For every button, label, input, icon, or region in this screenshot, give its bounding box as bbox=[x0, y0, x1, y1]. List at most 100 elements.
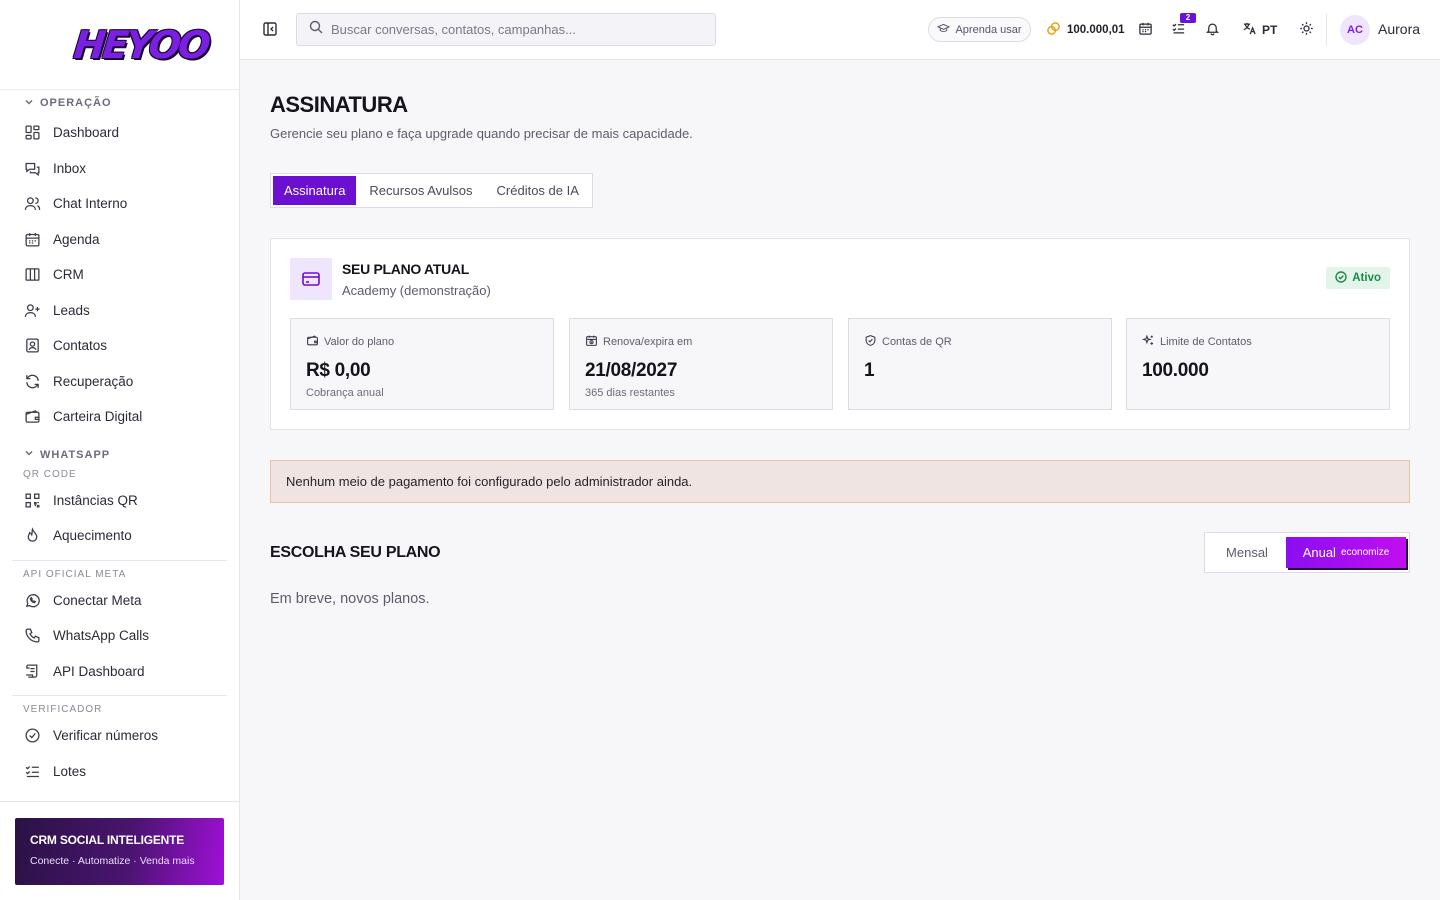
bell-icon[interactable] bbox=[1205, 21, 1222, 38]
sidebar-item-api-dashboard[interactable]: API Dashboard bbox=[0, 654, 239, 690]
sidebar-item-label: Carteira Digital bbox=[53, 409, 143, 425]
page-subtitle: Gerencie seu plano e faça upgrade quando… bbox=[270, 126, 693, 141]
sidebar-item-carteira-digital[interactable]: Carteira Digital bbox=[0, 399, 239, 435]
stat-label-text: Limite de Contatos bbox=[1160, 336, 1252, 348]
sidebar-item-label: CRM bbox=[53, 267, 84, 283]
sidebar-item-label: Chat Interno bbox=[53, 196, 128, 212]
credit-card-icon bbox=[290, 258, 332, 300]
divider bbox=[12, 559, 227, 561]
credits-balance[interactable]: 100.000,01 bbox=[1046, 21, 1125, 39]
sidebar-item-whatsapp-calls[interactable]: WhatsApp Calls bbox=[0, 618, 239, 654]
chevron-down-icon bbox=[24, 97, 34, 110]
promo-banner[interactable]: CRM SOCIAL INTELIGENTE Conecte · Automat… bbox=[15, 818, 224, 885]
sidebar-item-verificar-numeros[interactable]: Verificar números bbox=[0, 718, 239, 754]
contact-icon bbox=[23, 337, 41, 355]
sidebar-item-label: API Dashboard bbox=[53, 663, 145, 679]
stat-label-text: Renova/expira em bbox=[603, 336, 693, 348]
stat-label: Contas de QR bbox=[864, 334, 1096, 350]
section-qr-code-label: QR CODE bbox=[23, 468, 77, 480]
calendar-clock-icon bbox=[585, 334, 598, 350]
language-switcher[interactable]: PT bbox=[1242, 21, 1277, 39]
sidebar-item-dashboard[interactable]: Dashboard bbox=[0, 115, 239, 151]
sun-icon[interactable] bbox=[1299, 21, 1316, 38]
sidebar-item-label: Leads bbox=[53, 302, 90, 318]
main-content: ASSINATURA Gerencie seu plano e faça upg… bbox=[240, 60, 1440, 900]
search-bar[interactable] bbox=[296, 13, 716, 46]
sidebar-toggle-icon[interactable] bbox=[262, 21, 278, 37]
columns-icon bbox=[23, 266, 41, 284]
sidebar-item-label: Inbox bbox=[53, 160, 87, 176]
credits-value: 100.000,01 bbox=[1067, 24, 1125, 36]
app-logo[interactable]: HEYOO bbox=[72, 23, 210, 67]
translate-icon bbox=[1242, 21, 1257, 39]
section-api-meta-label: API OFICIAL META bbox=[23, 568, 127, 580]
choose-plan-title: ESCOLHA SEU PLANO bbox=[270, 544, 441, 561]
refresh-icon bbox=[23, 372, 41, 390]
sidebar-item-label: Recuperação bbox=[53, 373, 134, 389]
sidebar-item-aquecimento[interactable]: Aquecimento bbox=[0, 518, 239, 554]
sidebar-item-label: Conectar Meta bbox=[53, 592, 142, 608]
stat-contas-qr: Contas de QR 1 bbox=[848, 318, 1112, 410]
stat-value: R$ 0,00 bbox=[306, 360, 371, 381]
section-whatsapp[interactable]: WHATSAPP bbox=[0, 443, 239, 467]
calendar-icon[interactable] bbox=[1138, 21, 1155, 38]
sidebar-item-chat-interno[interactable]: Chat Interno bbox=[0, 186, 239, 222]
check-circle-icon bbox=[23, 727, 41, 745]
inbox-icon bbox=[23, 159, 41, 177]
tasks-count-badge: 2 bbox=[1180, 13, 1196, 23]
sidebar-nav: OPERAÇÃO Dashboard Inbox Chat Interno Ag… bbox=[0, 90, 239, 802]
plan-name: Academy (demonstração) bbox=[342, 283, 491, 298]
sidebar-item-agenda[interactable]: Agenda bbox=[0, 222, 239, 258]
payment-alert: Nenhum meio de pagamento foi configurado… bbox=[270, 460, 1410, 503]
shield-check-icon bbox=[864, 334, 877, 350]
divider bbox=[12, 695, 227, 696]
sidebar-item-label: Dashboard bbox=[53, 125, 120, 141]
tab-creditos-ia[interactable]: Créditos de IA bbox=[486, 176, 590, 205]
sidebar-item-lotes[interactable]: Lotes bbox=[0, 754, 239, 790]
sidebar-item-contatos[interactable]: Contatos bbox=[0, 328, 239, 364]
stat-value: 21/08/2027 bbox=[585, 360, 678, 381]
list-check-icon bbox=[23, 762, 41, 780]
wallet-icon bbox=[23, 408, 41, 426]
section-operacao[interactable]: OPERAÇÃO bbox=[0, 91, 239, 115]
promo-title: CRM SOCIAL INTELIGENTE bbox=[30, 833, 185, 847]
tab-recursos-avulsos[interactable]: Recursos Avulsos bbox=[358, 176, 483, 205]
learn-label: Aprenda usar bbox=[955, 23, 1022, 36]
sidebar-item-inbox[interactable]: Inbox bbox=[0, 151, 239, 187]
dashboard-icon bbox=[23, 124, 41, 142]
plan-label: SEU PLANO ATUAL bbox=[342, 261, 469, 277]
search-input[interactable] bbox=[331, 22, 691, 37]
sidebar-item-label: WhatsApp Calls bbox=[53, 628, 150, 644]
learn-button[interactable]: Aprenda usar bbox=[928, 17, 1031, 42]
plans-empty-state: Em breve, novos planos. bbox=[270, 591, 430, 607]
sidebar-item-crm[interactable]: CRM bbox=[0, 257, 239, 293]
stat-label-text: Contas de QR bbox=[882, 336, 952, 348]
phone-icon bbox=[23, 627, 41, 645]
stat-limite-contatos: Limite de Contatos 100.000 bbox=[1126, 318, 1390, 410]
current-plan-card: SEU PLANO ATUAL Academy (demonstração) A… bbox=[270, 238, 1410, 430]
calendar-icon bbox=[23, 230, 41, 248]
sidebar-item-leads[interactable]: Leads bbox=[0, 293, 239, 329]
sidebar-item-label: Agenda bbox=[53, 231, 100, 247]
stat-label: Renova/expira em bbox=[585, 334, 817, 350]
stat-label: Limite de Contatos bbox=[1141, 334, 1374, 350]
sidebar-item-conectar-meta[interactable]: Conectar Meta bbox=[0, 583, 239, 619]
tab-assinatura[interactable]: Assinatura bbox=[273, 176, 357, 205]
status-badge: Ativo bbox=[1326, 267, 1390, 289]
billing-monthly-option[interactable]: Mensal bbox=[1208, 537, 1286, 568]
avatar[interactable]: AC bbox=[1340, 15, 1370, 45]
users-icon bbox=[23, 195, 41, 213]
sidebar-item-recuperacao[interactable]: Recuperação bbox=[0, 364, 239, 400]
user-plus-icon bbox=[23, 301, 41, 319]
sidebar-item-instancias-qr[interactable]: Instâncias QR bbox=[0, 483, 239, 519]
section-verificador-label: VERIFICADOR bbox=[23, 704, 103, 715]
billing-annual-option[interactable]: Anual economize bbox=[1286, 537, 1406, 568]
wallet-icon bbox=[306, 334, 319, 350]
sidebar-item-label: Lotes bbox=[53, 763, 87, 779]
sidebar-item-label: Contatos bbox=[53, 338, 108, 354]
tasks-icon[interactable] bbox=[1171, 21, 1188, 38]
scroll-icon bbox=[23, 662, 41, 680]
user-name[interactable]: Aurora bbox=[1378, 21, 1420, 37]
stat-note: Cobrança anual bbox=[306, 387, 384, 399]
annual-savings-tag: economize bbox=[1340, 547, 1390, 558]
